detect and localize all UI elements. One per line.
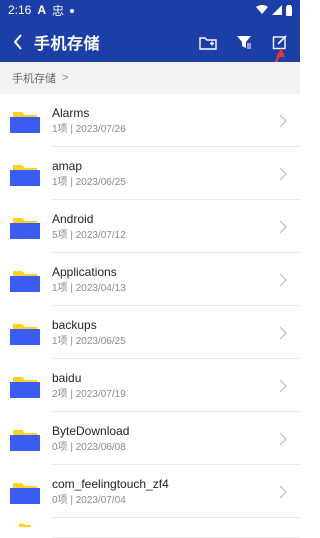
folder-subtitle: 2项 | 2023/07/19	[52, 388, 126, 400]
signal-icon	[272, 5, 282, 15]
folder-name: ByteDownload	[52, 423, 130, 438]
folder-subtitle: 1项 | 2023/06/25	[52, 176, 126, 188]
folder-meta: baidu 2项 | 2023/07/19	[52, 370, 278, 402]
edit-button[interactable]	[270, 32, 290, 52]
folder-icon	[10, 376, 40, 398]
chevron-right-icon	[279, 325, 288, 340]
folder-icon	[19, 523, 31, 527]
list-item[interactable]	[0, 518, 300, 538]
folder-name: baidu	[52, 370, 82, 385]
list-item[interactable]: Applications 1项 | 2023/04/13	[0, 253, 300, 306]
list-item[interactable]: ByteDownload 0项 | 2023/06/08	[0, 412, 300, 465]
folder-subtitle: 0项 | 2023/06/08	[52, 441, 126, 453]
chevron-right-icon	[279, 166, 288, 181]
status-letter-icon: A	[37, 3, 47, 17]
new-folder-icon	[199, 37, 217, 50]
app-header: 2:16 A 忠 手机存储	[0, 0, 300, 62]
filter-icon	[237, 36, 251, 49]
chevron-right-icon	[279, 113, 288, 128]
status-bar: 2:16 A 忠	[0, 0, 300, 20]
back-arrow-icon	[13, 34, 22, 50]
folder-icon	[10, 429, 40, 451]
folder-list: Alarms 1项 | 2023/07/26 amap 1项 | 2023/06…	[0, 94, 300, 538]
folder-meta: Applications 1项 | 2023/04/13	[52, 264, 278, 296]
list-item[interactable]: amap 1项 | 2023/06/25	[0, 147, 300, 200]
breadcrumb-chevron-icon: >	[62, 72, 69, 84]
chevron-right-icon	[279, 378, 288, 393]
folder-name: Applications	[52, 264, 117, 279]
page-title: 手机存储	[34, 36, 101, 53]
status-time: 2:16	[8, 3, 32, 17]
toolbar-actions	[198, 32, 290, 52]
list-item[interactable]: Alarms 1项 | 2023/07/26	[0, 94, 300, 147]
list-item[interactable]: backups 1项 | 2023/06/25	[0, 306, 300, 359]
folder-name: com_feelingtouch_zf4	[52, 476, 169, 491]
back-button[interactable]	[10, 30, 26, 54]
folder-subtitle: 1项 | 2023/07/26	[52, 123, 126, 135]
chevron-right-icon	[279, 272, 288, 287]
folder-name: amap	[52, 158, 83, 173]
toolbar: 手机存储	[0, 24, 300, 60]
list-item[interactable]: com_feelingtouch_zf4 0项 | 2023/07/04	[0, 465, 300, 518]
folder-name: backups	[52, 317, 97, 332]
folder-icon	[10, 217, 40, 239]
chevron-right-icon	[279, 219, 288, 234]
folder-icon	[10, 111, 40, 133]
chevron-right-icon	[279, 431, 288, 446]
folder-icon	[10, 164, 40, 186]
folder-name: Alarms	[52, 105, 90, 120]
folder-meta: backups 1项 | 2023/06/25	[52, 317, 278, 349]
folder-meta: Android 5项 | 2023/07/12	[52, 211, 278, 243]
folder-meta: Alarms 1项 | 2023/07/26	[52, 105, 278, 137]
folder-meta: ByteDownload 0项 | 2023/06/08	[52, 423, 278, 455]
list-item[interactable]: Android 5项 | 2023/07/12	[0, 200, 300, 253]
folder-subtitle: 0项 | 2023/07/04	[52, 494, 126, 506]
status-app-icon: 忠	[52, 3, 65, 18]
folder-subtitle: 5项 | 2023/07/12	[52, 229, 126, 241]
wifi-icon	[256, 5, 268, 14]
folder-subtitle: 1项 | 2023/04/13	[52, 282, 126, 294]
chevron-right-icon	[279, 484, 288, 499]
folder-icon	[10, 482, 40, 504]
filter-button[interactable]	[234, 32, 254, 52]
folder-icon	[10, 270, 40, 292]
new-folder-button[interactable]	[198, 32, 218, 52]
edit-icon	[272, 35, 287, 50]
folder-icon	[10, 323, 40, 345]
list-item[interactable]: baidu 2项 | 2023/07/19	[0, 359, 300, 412]
folder-meta: amap 1项 | 2023/06/25	[52, 158, 278, 190]
battery-icon	[286, 4, 292, 16]
dot-icon	[70, 9, 75, 13]
breadcrumb[interactable]: 手机存储 >	[0, 62, 300, 94]
folder-meta: com_feelingtouch_zf4 0项 | 2023/07/04	[52, 476, 278, 508]
folder-subtitle: 1项 | 2023/06/25	[52, 335, 126, 347]
breadcrumb-root[interactable]: 手机存储	[12, 70, 56, 86]
folder-name: Android	[52, 211, 94, 226]
